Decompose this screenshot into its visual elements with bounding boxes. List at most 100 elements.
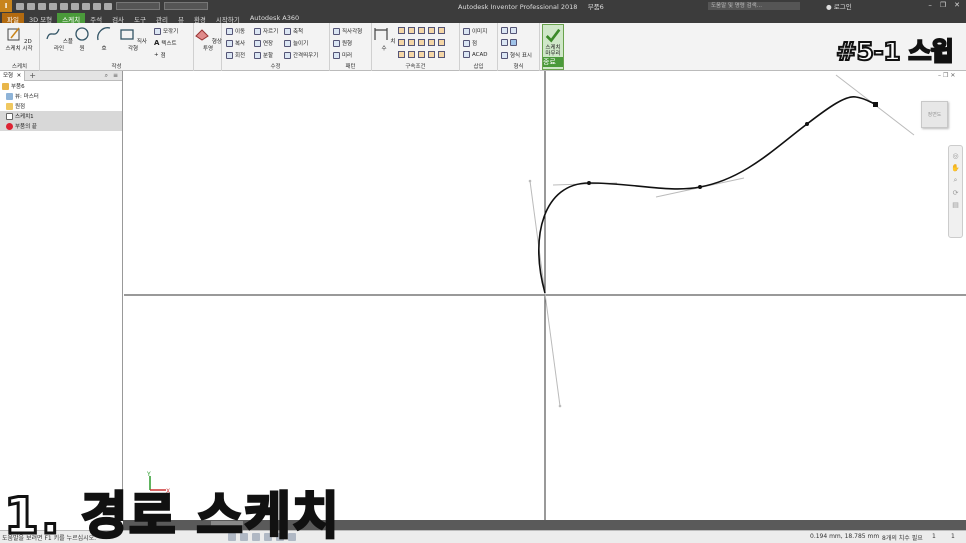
start-2d-sketch-button[interactable]: 2D 스케치 시작 [4,26,34,53]
tree-item-end-of-part[interactable]: 부품의 끝 [0,121,122,131]
arc-button[interactable]: 호 [94,26,114,53]
tab-inspect[interactable]: 검사 [107,13,129,24]
lock-constraint-icon[interactable] [438,27,445,34]
add-tab-icon[interactable]: + [29,71,36,80]
finish-sketch-button[interactable]: 스케치 마무리 종료 [542,24,564,70]
symmetric-constraint-icon[interactable] [408,51,415,58]
construction-button[interactable] [501,27,517,34]
spline-fit-point[interactable] [698,185,702,189]
tangent-handle-end[interactable] [528,179,532,183]
vertical-constraint-icon[interactable] [428,39,435,46]
centerline-icon[interactable] [510,27,517,34]
offset-button[interactable]: 간격띄우기 [284,51,318,59]
app-logo-icon[interactable]: I [0,0,12,12]
extend-button[interactable]: 연장 [254,39,273,47]
insert-acad-button[interactable]: ACAD [463,51,488,58]
tree-item-view[interactable]: 뷰: 마스터 [0,91,122,101]
hide-constraints-icon[interactable] [438,51,445,58]
tab-sketch[interactable]: 스케치 [57,13,86,24]
sketch-canvas[interactable]: Y X [124,71,966,520]
rectangular-pattern-button[interactable]: 직사각형 [333,27,362,35]
insert-image-button[interactable]: 이미지 [463,27,487,35]
material-dropdown[interactable] [116,2,160,10]
fillet-button[interactable]: 모깎기 [154,27,178,35]
show-constraints-icon[interactable] [428,51,435,58]
tab-annotate[interactable]: 주석 [85,13,107,24]
pan-icon[interactable]: ✋ [951,164,960,172]
project-geometry-button[interactable]: 형상 투영 [194,26,222,53]
graphics-window[interactable]: Y X [124,71,966,520]
copy-button[interactable]: 복사 [226,39,245,47]
rotate-button[interactable]: 회전 [226,51,245,59]
viewport-window-controls[interactable]: –❐✕ [938,72,957,79]
fix-constraint-icon[interactable] [428,27,435,34]
minimize-icon[interactable]: – [928,1,932,9]
browser-tab-model[interactable]: 모형 ✕ [0,70,26,81]
tab-tools[interactable]: 도구 [129,13,151,24]
menu-icon[interactable]: ≡ [113,72,118,80]
save-icon[interactable] [38,2,46,10]
material-icon[interactable] [104,2,112,10]
tab-get-started[interactable]: 시작하기 [211,13,245,24]
close-icon[interactable]: ✕ [954,1,960,9]
search-icon[interactable]: ⌕ [105,72,108,80]
undo-icon[interactable] [49,2,57,10]
parallel-constraint-icon[interactable] [398,39,405,46]
text-button[interactable]: A 텍스트 [154,39,177,47]
restore-icon[interactable]: ❐ [940,1,946,9]
point-button[interactable]: + 점 [154,51,166,59]
dimension-button[interactable]: 치수 [372,26,396,53]
tree-item-origin[interactable]: 원점 [0,101,122,111]
horizontal-constraint-icon[interactable] [418,39,425,46]
coincident-constraint-icon[interactable] [398,27,405,34]
tree-item-part[interactable]: 부품6 [0,81,122,91]
select-icon[interactable] [93,2,101,10]
tab-manage[interactable]: 관리 [151,13,173,24]
concentric-constraint-icon[interactable] [418,27,425,34]
open-icon[interactable] [27,2,35,10]
tangent-constraint-icon[interactable] [438,39,445,46]
spline-curve[interactable] [538,96,876,294]
home-icon[interactable] [71,2,79,10]
close-icon[interactable]: ✕ [15,73,22,79]
equal-constraint-icon[interactable] [418,51,425,58]
update-icon[interactable] [82,2,90,10]
spline-button[interactable]: 스플라인 [44,26,74,53]
tab-environments[interactable]: 환경 [189,13,211,24]
spline-fit-point[interactable] [587,181,591,185]
collinear-constraint-icon[interactable] [408,27,415,34]
driven-dimension-icon[interactable] [510,39,517,46]
mirror-button[interactable]: 미러 [333,51,352,59]
circle-button[interactable]: 원 [72,26,92,53]
steering-wheel-icon[interactable]: ◎ [952,152,958,160]
split-button[interactable]: 분할 [254,51,273,59]
scale-button[interactable]: 축척 [284,27,303,35]
format-display-button[interactable]: 형식 표시 [501,51,532,59]
smooth-constraint-icon[interactable] [398,51,405,58]
insert-points-button[interactable]: 점 [463,39,477,47]
stretch-button[interactable]: 늘이기 [284,39,308,47]
tab-3d-model[interactable]: 3D 모형 [24,13,57,24]
tab-view[interactable]: 뷰 [173,13,189,24]
view-cube[interactable]: 정면도 [921,101,948,128]
login-button[interactable]: ● 로그인 [826,1,852,11]
tab-a360[interactable]: Autodesk A360 [245,13,304,23]
center-point-button[interactable] [501,39,517,46]
trim-button[interactable]: 자르기 [254,27,278,35]
tab-file[interactable]: 파일 [2,13,24,24]
look-at-icon[interactable]: ▤ [952,201,959,209]
circular-pattern-button[interactable]: 원형 [333,39,352,47]
new-icon[interactable] [16,2,24,10]
perpendicular-constraint-icon[interactable] [408,39,415,46]
orbit-icon[interactable]: ⟳ [953,189,959,197]
move-button[interactable]: 이동 [226,27,245,35]
tree-item-sketch1[interactable]: 스케치1 [0,111,122,121]
spline-fit-point[interactable] [805,122,809,126]
tangent-handle-end[interactable] [558,404,562,408]
help-search-input[interactable]: 도움말 및 명령 검색... [708,2,800,10]
appearance-dropdown[interactable] [164,2,208,10]
spline-end-point[interactable] [873,102,878,107]
redo-icon[interactable] [60,2,68,10]
rectangle-button[interactable]: 직사각형 [118,26,148,53]
zoom-icon[interactable]: ⌕ [954,176,958,185]
